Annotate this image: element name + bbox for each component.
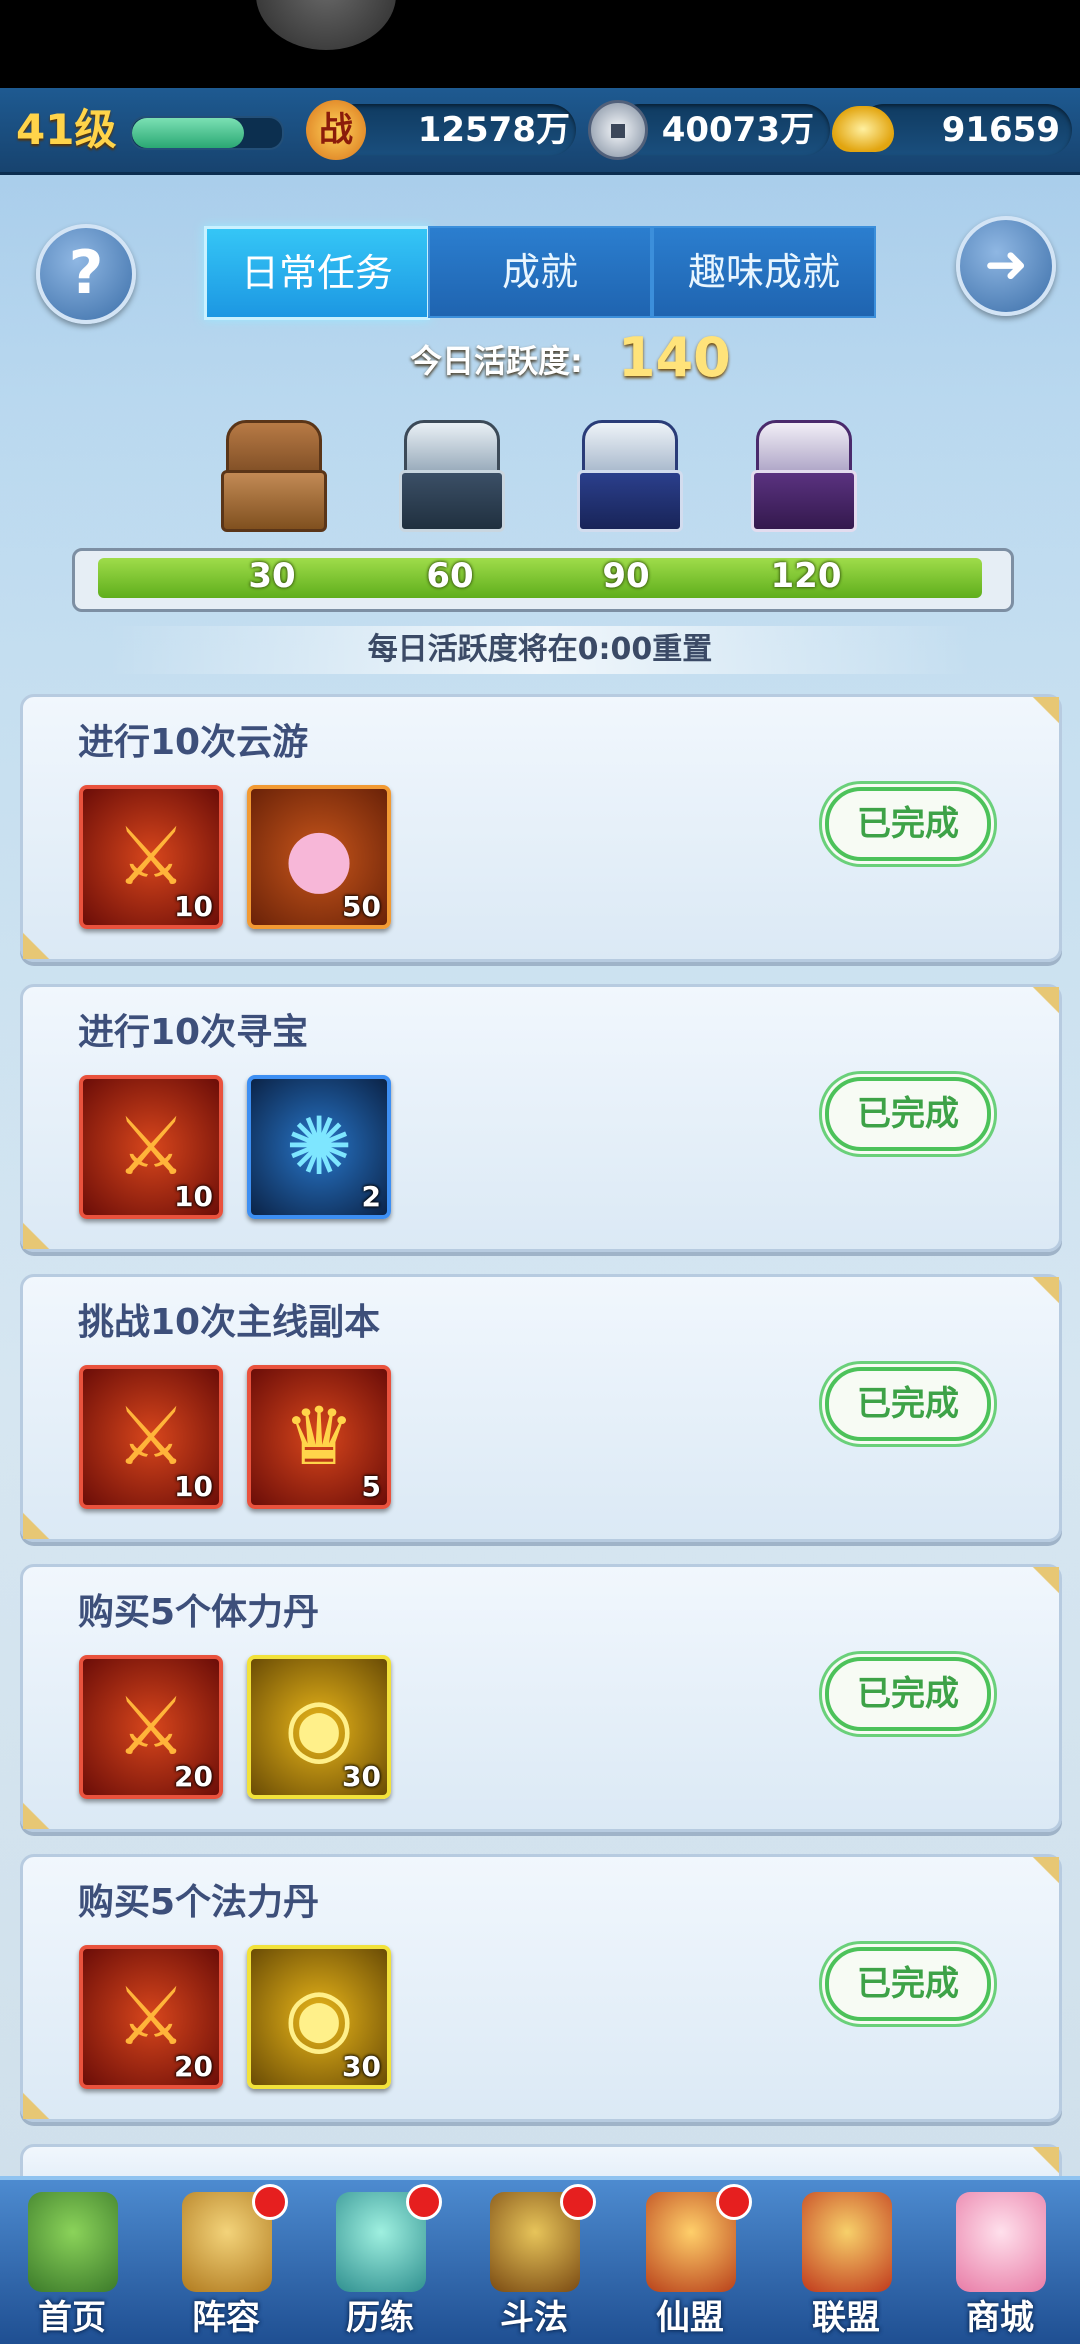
task-card: 进行10次寻宝 ⚔ 10 ✺ 2 已完成 (20, 984, 1062, 1252)
question-mark-icon: ? (68, 238, 104, 308)
back-button[interactable]: ➜ (956, 216, 1056, 316)
silver-coin-hole (611, 124, 625, 138)
reward-item[interactable]: ⚔ 20 (79, 1655, 223, 1799)
task-card: 购买5个法力丹 ⚔ 20 ◉ 30 已完成 (20, 1854, 1062, 2122)
reward-count: 5 (361, 1470, 381, 1503)
chest-silver[interactable] (394, 420, 505, 532)
reward-item[interactable]: ♛ 5 (247, 1365, 391, 1509)
task-title: 挑战10次主线副本 (78, 1302, 381, 1343)
completed-button[interactable]: 已完成 (825, 1367, 991, 1441)
completed-button[interactable]: 已完成 (825, 1947, 991, 2021)
nav-label: 商城 (966, 2298, 1034, 2338)
reward-item[interactable]: ✺ 2 (247, 1075, 391, 1219)
reward-count: 10 (174, 890, 213, 923)
milestone-30: 30 (248, 556, 296, 596)
reset-note: 每日活跃度将在0:00重置 (108, 626, 972, 674)
notification-badge (560, 2184, 596, 2220)
corner-ornament (1003, 1277, 1059, 1323)
nav-home[interactable]: 首页 (2, 2186, 142, 2338)
reward-item[interactable]: ⚔ 10 (79, 785, 223, 929)
nav-duel[interactable]: 斗法 (464, 2184, 604, 2338)
completed-button[interactable]: 已完成 (825, 787, 991, 861)
activity-value: 140 (618, 326, 731, 389)
milestone-120: 120 (770, 556, 842, 596)
chest-purple[interactable] (746, 420, 857, 532)
gold-value: 91659 (941, 110, 1060, 150)
chest-body (399, 470, 505, 532)
task-card: 进行10次云游 ⚔ 10 ● 50 已完成 (20, 694, 1062, 962)
nav-alliance[interactable]: 联盟 (776, 2186, 916, 2338)
milestone-60: 60 (426, 556, 474, 596)
activity-label: 今日活跃度: (410, 342, 583, 380)
floating-island-icon (28, 2192, 118, 2292)
chest-body (577, 470, 683, 532)
chest-body (221, 470, 327, 532)
completed-button[interactable]: 已完成 (825, 1077, 991, 1151)
nav-lineup[interactable]: 阵容 (156, 2184, 296, 2338)
corner-ornament (23, 2073, 79, 2119)
corner-ornament (1003, 1857, 1059, 1903)
reward-count: 20 (174, 2050, 213, 2083)
reward-item[interactable]: ⚔ 20 (79, 1945, 223, 2089)
gold-ingot-icon (832, 106, 894, 152)
chest-blue[interactable] (572, 420, 683, 532)
notification-badge (252, 2184, 288, 2220)
nav-label: 阵容 (192, 2298, 260, 2338)
back-arrow-icon: ➜ (984, 235, 1028, 295)
reward-item[interactable]: ◉ 30 (247, 1655, 391, 1799)
reward-count: 10 (174, 1180, 213, 1213)
reward-count: 30 (342, 1760, 381, 1793)
battle-power-value: 12578万 (417, 110, 570, 150)
exp-bar-fill (132, 118, 244, 148)
corner-ornament (1003, 697, 1059, 743)
task-title: 进行10次寻宝 (78, 1012, 309, 1053)
reward-item[interactable]: ⚔ 10 (79, 1075, 223, 1219)
tab-daily-tasks[interactable]: 日常任务 (204, 226, 430, 320)
milestone-90: 90 (602, 556, 650, 596)
nav-label: 历练 (346, 2298, 414, 2338)
fox-girl-icon (956, 2192, 1046, 2292)
reward-item[interactable]: ◉ 30 (247, 1945, 391, 2089)
nav-training[interactable]: 历练 (310, 2184, 450, 2338)
player-level: 41级 (16, 105, 117, 154)
alliance-banner-icon (802, 2192, 892, 2292)
corner-ornament (1003, 1567, 1059, 1613)
corner-ornament (23, 1493, 79, 1539)
corner-ornament (1003, 987, 1059, 1033)
battle-power-icon: 战 (306, 100, 366, 160)
reward-count: 50 (342, 890, 381, 923)
resource-bar: 41级 战 12578万 40073万 91659 (0, 88, 1080, 175)
task-title: 购买5个体力丹 (78, 1592, 320, 1633)
chest-body (751, 470, 857, 532)
top-black-band (0, 0, 1080, 88)
nav-immortal-league[interactable]: 仙盟 (620, 2184, 760, 2338)
corner-ornament (23, 913, 79, 959)
task-card: 购买5个体力丹 ⚔ 20 ◉ 30 已完成 (20, 1564, 1062, 1832)
reward-count: 20 (174, 1760, 213, 1793)
nav-label: 仙盟 (656, 2298, 724, 2338)
reward-count: 2 (361, 1180, 381, 1213)
nav-shop[interactable]: 商城 (930, 2186, 1070, 2338)
nav-label: 联盟 (812, 2298, 880, 2338)
task-card: 挑战10次主线副本 ⚔ 10 ♛ 5 已完成 (20, 1274, 1062, 1542)
silver-value: 40073万 (661, 110, 814, 150)
reward-count: 30 (342, 2050, 381, 2083)
tab-achievements[interactable]: 成就 (428, 226, 652, 318)
corner-ornament (23, 1203, 79, 1249)
tab-fun-achievements[interactable]: 趣味成就 (652, 226, 876, 318)
reward-count: 10 (174, 1470, 213, 1503)
reward-item[interactable]: ● 50 (247, 785, 391, 929)
chest-bronze[interactable] (216, 420, 327, 532)
corner-ornament (23, 1783, 79, 1829)
help-button[interactable]: ? (36, 224, 136, 324)
notification-badge (406, 2184, 442, 2220)
completed-button[interactable]: 已完成 (825, 1657, 991, 1731)
task-title: 进行10次云游 (78, 722, 309, 763)
nav-label: 首页 (38, 2298, 106, 2338)
notification-badge (716, 2184, 752, 2220)
reward-item[interactable]: ⚔ 10 (79, 1365, 223, 1509)
nav-label: 斗法 (500, 2298, 568, 2338)
task-title: 购买5个法力丹 (78, 1882, 320, 1923)
activity-progress-fill (98, 558, 982, 598)
